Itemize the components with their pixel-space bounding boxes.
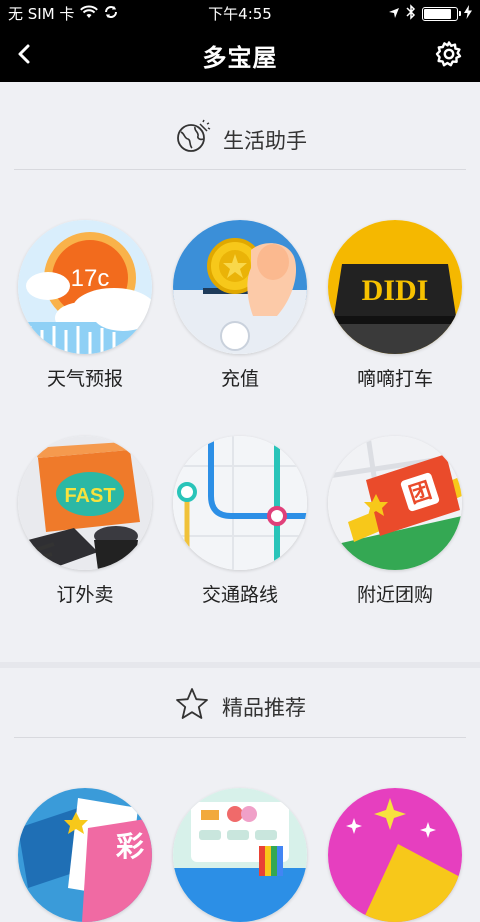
didi-taxi-icon: DIDI xyxy=(328,220,462,354)
charging-bolt-icon xyxy=(464,5,472,23)
tile-food-delivery[interactable]: FAST 订外卖 xyxy=(10,436,160,607)
settings-button[interactable] xyxy=(434,39,464,69)
section-divider xyxy=(14,737,466,738)
delivery-scooter-icon: FAST xyxy=(18,436,152,570)
tile-label: 交通路线 xyxy=(201,584,278,606)
tile-label: 订外卖 xyxy=(56,584,114,606)
tile-lottery[interactable]: 彩 xyxy=(10,788,160,922)
section-title: 精品推荐 xyxy=(222,695,306,720)
tile-transit-route[interactable]: 交通路线 xyxy=(165,436,315,607)
battery-fill xyxy=(424,9,451,19)
tile-sparkle-gift[interactable] xyxy=(320,788,470,922)
tile-label: 充值 xyxy=(220,368,259,390)
section-header-recommended: 精品推荐 xyxy=(0,686,480,738)
weather-icon: 17c xyxy=(18,220,152,354)
bluetooth-icon xyxy=(406,4,416,24)
section-header-life-assistant: 生活助手 xyxy=(0,118,480,170)
section-divider xyxy=(14,169,466,170)
battery-icon xyxy=(422,7,461,21)
page-title: 多宝屋 xyxy=(202,44,278,72)
tile-nearby-group-buy[interactable]: 团 附近团购 xyxy=(320,436,470,607)
lottery-badge: 彩 xyxy=(116,830,144,863)
delivery-badge: FAST xyxy=(64,485,115,507)
lottery-icon: 彩 xyxy=(18,788,152,922)
location-arrow-icon xyxy=(388,5,400,23)
star-outline-icon xyxy=(174,686,210,727)
weather-temp-badge: 17c xyxy=(71,265,110,292)
tile-weather[interactable]: 17c 天气预报 xyxy=(10,220,160,391)
tile-recharge[interactable]: 充值 xyxy=(165,220,315,391)
tile-label: 附近团购 xyxy=(356,584,433,606)
didi-badge: DIDI xyxy=(362,274,429,307)
section-title: 生活助手 xyxy=(223,128,307,153)
tile-didi-taxi[interactable]: DIDI 嘀嘀打车 xyxy=(320,220,470,391)
nav-bar: 多宝屋 xyxy=(0,26,480,82)
status-right xyxy=(388,4,472,24)
gear-icon xyxy=(434,41,464,73)
sparkle-gift-icon xyxy=(328,788,462,922)
tile-label: 嘀嘀打车 xyxy=(356,368,433,390)
section-separator xyxy=(0,662,480,668)
status-bar: 无 SIM 卡 下午4:55 xyxy=(0,0,480,26)
transit-map-icon xyxy=(173,436,307,570)
globe-icon xyxy=(173,118,211,161)
tile-label: 天气预报 xyxy=(46,368,123,390)
cards-app-icon xyxy=(173,788,307,922)
recharge-coin-icon xyxy=(173,220,307,354)
tile-cards-app[interactable] xyxy=(165,788,315,922)
group-buy-ticket-icon: 团 xyxy=(328,436,462,570)
